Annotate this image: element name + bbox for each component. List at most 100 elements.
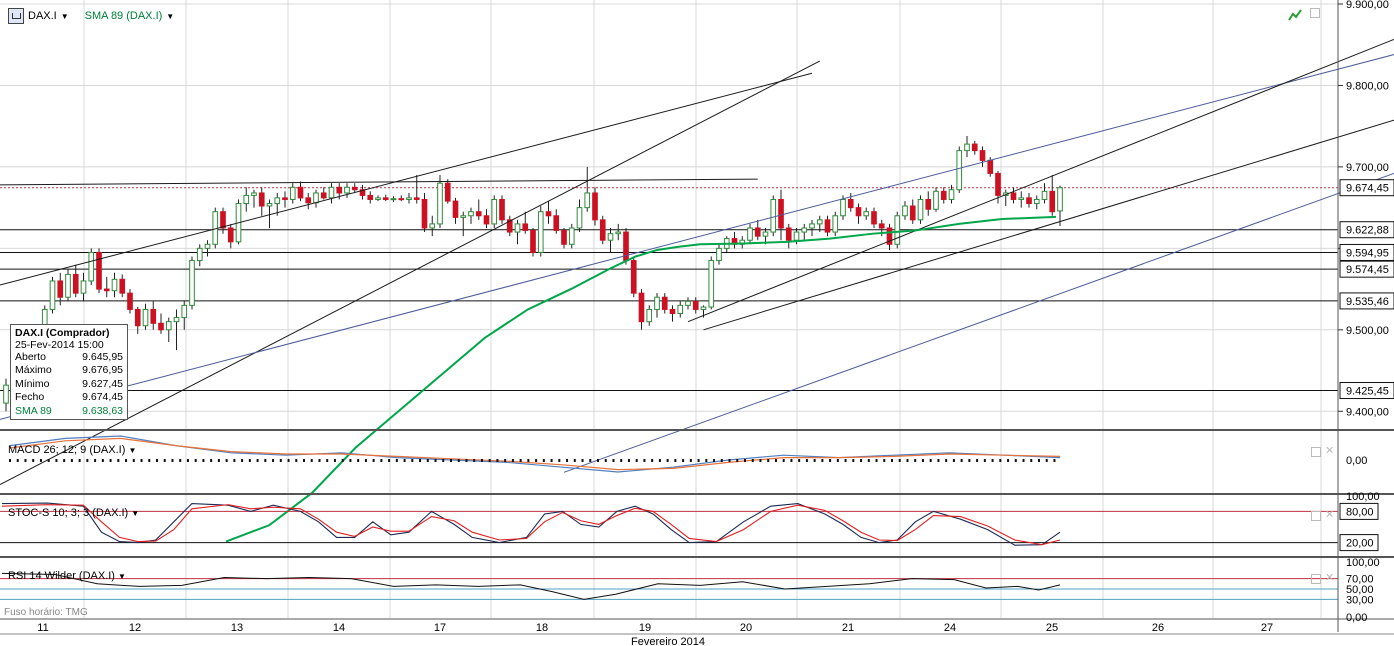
price-tick-label-0: 9.400,00 bbox=[1346, 406, 1389, 418]
candle-body-55 bbox=[429, 223, 436, 229]
stoch-axis-20: 20,00 bbox=[1346, 538, 1374, 550]
rsi-panel-label[interactable]: RSI 14 Wilder (DAX.I) ▼ bbox=[8, 570, 126, 582]
current-price-label: 9.674,45 bbox=[1346, 183, 1389, 195]
candle-body-49 bbox=[382, 197, 389, 200]
candle-body-107 bbox=[832, 215, 839, 233]
candle-body-127 bbox=[987, 159, 994, 174]
candle-body-22 bbox=[173, 317, 180, 323]
rsi-maximize-icon[interactable] bbox=[1311, 574, 1321, 584]
candle-body-130 bbox=[1010, 192, 1017, 200]
candle-body-64 bbox=[499, 198, 505, 221]
candle-body-66 bbox=[514, 223, 521, 233]
trend-line-3 bbox=[0, 54, 1394, 420]
trend-line-2 bbox=[0, 178, 758, 186]
level-label-0: 9.622,88 bbox=[1346, 225, 1389, 237]
candle-body-36 bbox=[282, 197, 288, 200]
macd-close-icon[interactable]: ✕ bbox=[1325, 444, 1334, 457]
candle-body-102 bbox=[793, 231, 800, 241]
trading-chart[interactable]: 9.400,009.500,009.600,009.700,009.800,00… bbox=[0, 0, 1394, 646]
info-row-sma: SMA 89 9.638,63 bbox=[15, 404, 123, 417]
candle-body-67 bbox=[522, 223, 529, 231]
candle-body-88 bbox=[685, 300, 691, 306]
maximize-icon[interactable] bbox=[1310, 8, 1320, 18]
time-tick-label-5: 18 bbox=[536, 622, 548, 634]
time-tick-label-9: 24 bbox=[944, 622, 956, 634]
trend-line-5 bbox=[687, 38, 1394, 323]
candle-body-31 bbox=[243, 194, 250, 205]
candle-body-134 bbox=[1041, 190, 1048, 200]
chart-header: DAX.I ▼ SMA 89 (DAX.I) ▼ bbox=[8, 8, 174, 24]
candle-body-73 bbox=[568, 227, 575, 245]
candle-body-47 bbox=[367, 194, 374, 200]
instrument-icon bbox=[8, 8, 24, 24]
stoch-close-icon[interactable]: ✕ bbox=[1325, 508, 1334, 521]
candle-body-53 bbox=[413, 197, 420, 200]
candle-body-12 bbox=[96, 251, 102, 290]
rsi-line bbox=[1, 572, 1061, 600]
info-title: DAX.I (Comprador) bbox=[15, 327, 110, 339]
symbol-label[interactable]: DAX.I bbox=[28, 10, 57, 22]
candle-body-45 bbox=[351, 186, 358, 191]
price-tick-label-3: 9.700,00 bbox=[1346, 162, 1389, 174]
price-tick-label-4: 9.800,00 bbox=[1346, 80, 1389, 92]
symbol-dropdown-icon[interactable]: ▼ bbox=[61, 12, 69, 21]
macd-maximize-icon[interactable] bbox=[1311, 447, 1321, 457]
candle-body-33 bbox=[258, 192, 265, 207]
autoscale-icon bbox=[1288, 9, 1302, 21]
candle-body-44 bbox=[344, 186, 350, 194]
candle-body-100 bbox=[778, 198, 784, 229]
candle-body-69 bbox=[537, 211, 544, 253]
macd-panel-label[interactable]: MACD 26; 12; 9 (DAX.I) ▼ bbox=[8, 444, 136, 456]
candle-body-77 bbox=[599, 219, 606, 241]
candle-body-20 bbox=[158, 322, 164, 331]
price-axis: 9.400,009.500,009.600,009.700,009.800,00… bbox=[1288, 0, 1394, 632]
stoch-maximize-icon[interactable] bbox=[1311, 511, 1321, 521]
candle-body-86 bbox=[669, 308, 676, 315]
candle-body-108 bbox=[840, 198, 846, 217]
candle-body-7 bbox=[57, 280, 64, 298]
candle-body-57 bbox=[444, 182, 451, 202]
time-tick-label-4: 17 bbox=[434, 622, 446, 634]
candle-body-109 bbox=[847, 198, 854, 209]
indicator-label[interactable]: SMA 89 (DAX.I) bbox=[85, 10, 163, 22]
macd-axis-label: 0,00 bbox=[1346, 455, 1367, 467]
candle-body-98 bbox=[762, 231, 769, 237]
candle-body-41 bbox=[320, 192, 327, 199]
candle-body-25 bbox=[196, 247, 203, 262]
candle-body-15 bbox=[119, 278, 126, 294]
stoch-panel bbox=[0, 502, 1338, 546]
candle-body-16 bbox=[127, 292, 133, 310]
candle-body-110 bbox=[855, 207, 862, 217]
time-tick-label-12: 27 bbox=[1261, 622, 1273, 634]
candle-body-105 bbox=[816, 219, 823, 225]
candle-body-68 bbox=[530, 229, 536, 253]
indicator-dropdown-icon[interactable]: ▼ bbox=[166, 12, 174, 21]
candle-body-101 bbox=[785, 227, 792, 241]
price-tick-label-1: 9.500,00 bbox=[1346, 325, 1389, 337]
candle-body-131 bbox=[1018, 197, 1025, 200]
candle-body-99 bbox=[770, 198, 777, 233]
candle-body-74 bbox=[576, 207, 583, 229]
candle-body-59 bbox=[460, 215, 467, 218]
stoch-panel-label[interactable]: STOC-S 10; 3; 3 (DAX.I) ▼ bbox=[8, 507, 139, 519]
stoch-axis-80: 80,00 bbox=[1346, 506, 1374, 518]
candle-body-39 bbox=[305, 197, 312, 204]
candle-body-40 bbox=[313, 192, 319, 204]
candle-body-54 bbox=[421, 198, 428, 229]
candle-body-104 bbox=[809, 223, 815, 229]
candle-body-13 bbox=[103, 288, 110, 292]
candle-body-116 bbox=[902, 205, 908, 217]
rsi-panel bbox=[0, 572, 1338, 600]
time-tick-label-10: 25 bbox=[1046, 622, 1058, 634]
candle-body-52 bbox=[406, 197, 412, 200]
candle-body-79 bbox=[615, 231, 622, 235]
candle-body-70 bbox=[545, 211, 552, 217]
candle-body-87 bbox=[677, 304, 684, 315]
rsi-close-icon[interactable]: ✕ bbox=[1325, 571, 1334, 584]
candle-body-56 bbox=[437, 182, 443, 225]
candle-body-51 bbox=[398, 198, 405, 201]
price-tick-label-5: 9.900,00 bbox=[1346, 0, 1389, 11]
candle-body-82 bbox=[638, 292, 645, 323]
candle-body-48 bbox=[375, 197, 381, 200]
candle-body-21 bbox=[165, 321, 172, 331]
